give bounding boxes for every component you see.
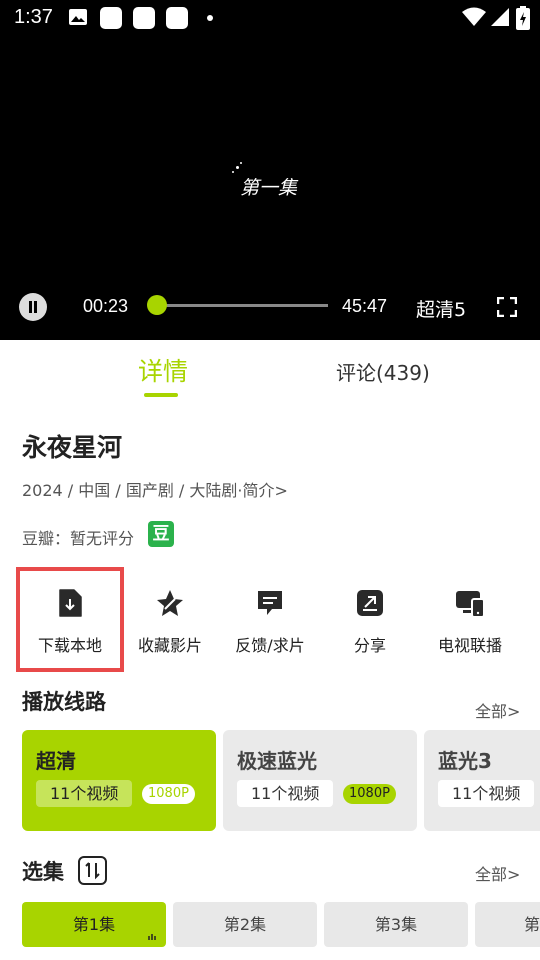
progress-slider[interactable]	[147, 295, 328, 315]
episode-label: 第1集	[72, 915, 116, 934]
tab-detail[interactable]: 详情	[138, 352, 188, 388]
app-notification-icon	[100, 7, 122, 29]
douban-badge-icon[interactable]: 豆	[148, 521, 174, 547]
share-icon	[357, 590, 383, 616]
total-time: 45:47	[342, 296, 388, 316]
image-notification-icon	[69, 9, 87, 25]
favorite-button[interactable]: 收藏影片	[118, 566, 222, 670]
route-count: 11个视频	[438, 780, 535, 807]
tv-cast-icon	[456, 591, 485, 618]
feedback-label: 反馈/求片	[235, 636, 305, 655]
episodes-title: 选集	[22, 860, 64, 884]
feedback-icon	[258, 591, 282, 615]
route-card[interactable]: 蓝光3 11个视频	[424, 730, 540, 831]
show-meta-link[interactable]: 2024 / 中国 / 国产剧 / 大陆剧·简介>	[22, 477, 288, 501]
playing-bars-icon	[148, 934, 156, 940]
favorite-label: 收藏影片	[137, 636, 202, 655]
route-resolution-badge: 1080P	[142, 784, 195, 804]
route-name: 蓝光3	[438, 749, 492, 773]
battery-icon	[516, 6, 530, 30]
tv-cast-label: 电视联播	[437, 636, 502, 655]
episode-label: 第2集	[223, 915, 267, 934]
progress-thumb[interactable]	[147, 295, 168, 315]
episode-label: 第一集	[240, 177, 298, 199]
more-notifications-dot-icon	[207, 15, 213, 21]
tv-cast-button[interactable]: 电视联播	[418, 566, 522, 670]
route-name: 超清	[36, 749, 76, 773]
share-button[interactable]: 分享	[318, 566, 422, 670]
highlight-box	[16, 567, 124, 672]
loading-spinner-dot	[240, 162, 242, 164]
episode-item[interactable]: 第1集	[22, 902, 166, 947]
share-label: 分享	[353, 636, 386, 655]
tab-active-indicator	[144, 393, 178, 397]
quality-button[interactable]: 超清5	[416, 295, 466, 322]
app-notification-icon	[166, 7, 188, 29]
wifi-icon	[462, 7, 486, 26]
route-name: 极速蓝光	[237, 749, 317, 773]
episode-label: 第	[524, 915, 540, 934]
route-resolution-badge: 1080P	[343, 784, 396, 804]
loading-spinner-dot	[232, 171, 234, 173]
route-card[interactable]: 极速蓝光 11个视频 1080P	[223, 730, 417, 831]
route-count: 11个视频	[237, 780, 334, 807]
app-notification-icon	[133, 7, 155, 29]
episodes-more-link[interactable]: 全部>	[475, 861, 520, 885]
sort-icon	[85, 862, 100, 880]
video-player[interactable]: 第一集 00:23 45:47 超清5	[0, 36, 540, 340]
episode-item[interactable]: 第3集	[324, 902, 468, 947]
routes-more-link[interactable]: 全部>	[475, 698, 520, 722]
status-time: 1:37	[14, 6, 53, 28]
loading-spinner-icon	[236, 166, 239, 169]
tab-comments[interactable]: 评论(439)	[336, 357, 430, 386]
detail-tabs: 详情 评论(439)	[0, 340, 540, 400]
routes-title: 播放线路	[22, 690, 106, 714]
route-card[interactable]: 超清 11个视频 1080P	[22, 730, 216, 831]
douban-rating: 豆瓣：暂无评分	[22, 529, 135, 548]
episode-item[interactable]: 第2集	[173, 902, 317, 947]
status-bar: 1:37	[0, 0, 540, 36]
pause-button[interactable]	[19, 293, 47, 321]
sort-toggle-button[interactable]	[78, 856, 107, 885]
route-count: 11个视频	[36, 780, 133, 807]
episode-label: 第3集	[374, 915, 418, 934]
episode-item[interactable]: 第	[475, 902, 540, 947]
fullscreen-icon[interactable]	[497, 297, 517, 317]
show-title: 永夜星河	[22, 433, 123, 462]
feedback-button[interactable]: 反馈/求片	[218, 566, 322, 670]
signal-icon	[491, 8, 509, 26]
current-time: 00:23	[83, 296, 129, 316]
star-icon	[157, 590, 183, 616]
